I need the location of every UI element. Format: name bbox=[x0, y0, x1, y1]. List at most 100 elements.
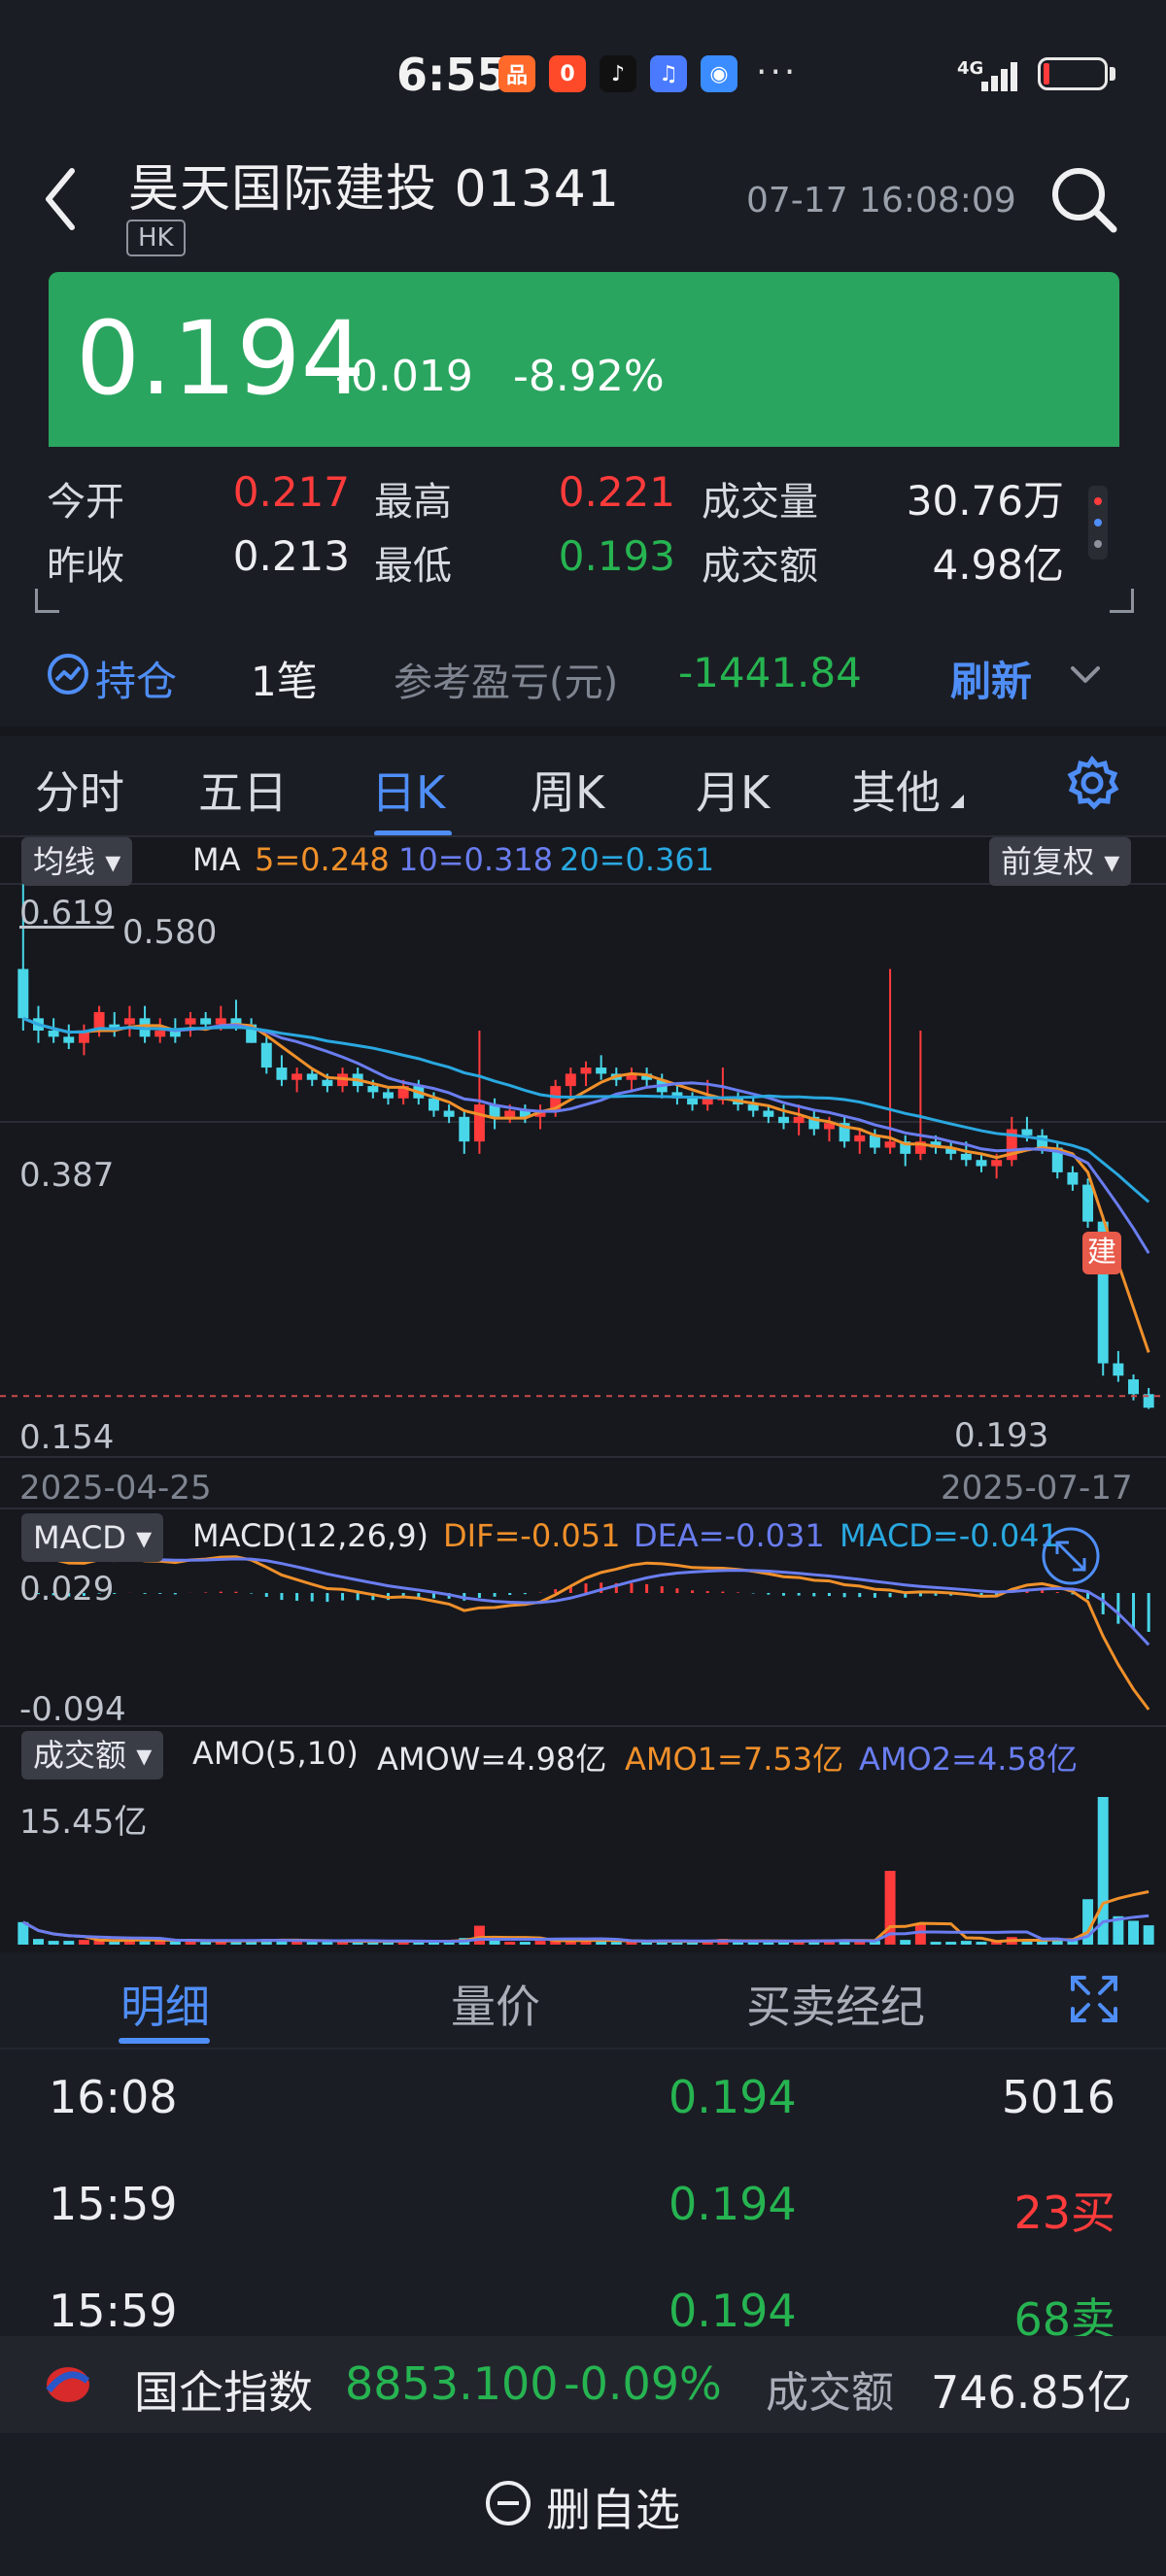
amo-bar bbox=[78, 1940, 89, 1945]
amo-bar bbox=[200, 1942, 212, 1945]
candle bbox=[123, 1018, 135, 1025]
battery-tip bbox=[1110, 67, 1115, 81]
amo-select[interactable]: 成交额 ▾ bbox=[21, 1731, 164, 1779]
amo-high-label: 15.45亿 bbox=[19, 1803, 148, 1842]
high-value: 0.221 bbox=[558, 468, 675, 516]
amo-bar bbox=[519, 1942, 531, 1945]
amo-bar bbox=[504, 1942, 516, 1945]
remove-watchlist-button[interactable]: 删自选 bbox=[546, 2475, 680, 2539]
adjust-select-label: 前复权 bbox=[1001, 843, 1095, 880]
expand-diagonal-icon[interactable] bbox=[1040, 1525, 1102, 1587]
macd-select-label: MACD bbox=[33, 1519, 126, 1556]
tab-weekly-k[interactable]: 周K bbox=[531, 758, 604, 822]
candle bbox=[200, 1018, 212, 1025]
trade-price: 0.194 bbox=[669, 2178, 797, 2230]
dea-value: DEA=-0.031 bbox=[634, 1517, 825, 1554]
index-amount-label: 成交额 bbox=[766, 2368, 894, 2418]
amo-bar bbox=[473, 1925, 485, 1945]
amow-value: AMOW=4.98亿 bbox=[377, 1741, 607, 1778]
app-icon-1: 品 bbox=[498, 55, 535, 92]
amo-bar bbox=[63, 1941, 75, 1945]
amo-bar bbox=[900, 1940, 911, 1945]
chevron-down-icon[interactable] bbox=[1069, 664, 1102, 686]
index-ticker-bar[interactable]: 国企指数 8853.100 -0.09% 成交额 746.85亿 bbox=[0, 2336, 1166, 2433]
gear-icon[interactable] bbox=[1065, 756, 1119, 810]
battery-icon bbox=[1038, 57, 1108, 90]
price-high2-label: 0.580 bbox=[122, 913, 218, 952]
amo-bar bbox=[48, 1941, 59, 1945]
candle bbox=[1128, 1379, 1139, 1395]
candle bbox=[702, 1098, 713, 1105]
candle bbox=[778, 1116, 789, 1124]
tab-five-day[interactable]: 五日 bbox=[198, 758, 288, 822]
dif-value: DIF=-0.051 bbox=[443, 1517, 621, 1554]
build-marker[interactable]: 建 bbox=[1082, 1232, 1121, 1274]
candle bbox=[596, 1068, 607, 1074]
other-dropdown-icon bbox=[950, 795, 964, 808]
trade-time: 15:59 bbox=[49, 2285, 178, 2336]
price-change: -0.019 bbox=[335, 352, 473, 401]
trade-price: 0.194 bbox=[669, 2285, 797, 2336]
amo-label: AMO(5,10) bbox=[192, 1735, 359, 1772]
candle bbox=[763, 1110, 774, 1117]
tab-daily-k[interactable]: 日K bbox=[371, 758, 445, 822]
refresh-button[interactable]: 刷新 bbox=[950, 649, 1032, 708]
open-value: 0.217 bbox=[232, 468, 350, 516]
volume-value: 30.76万 bbox=[906, 477, 1064, 525]
kline-chart[interactable] bbox=[0, 835, 1166, 1952]
music-icon: ♫ bbox=[650, 55, 687, 92]
lower-tab-underline bbox=[119, 2038, 210, 2044]
amo-bar bbox=[1128, 1920, 1139, 1945]
status-time: 6:55 bbox=[396, 49, 508, 101]
more-stats-icon[interactable] bbox=[1088, 486, 1108, 559]
tab-detail[interactable]: 明细 bbox=[120, 1972, 210, 2036]
prev-close-value: 0.213 bbox=[232, 532, 350, 580]
index-name: 国企指数 bbox=[134, 2366, 313, 2419]
position-label: 持仓 bbox=[95, 658, 178, 705]
corner-bl bbox=[35, 589, 59, 613]
macd-select[interactable]: MACD ▾ bbox=[21, 1513, 164, 1562]
last-low-label: 0.193 bbox=[954, 1416, 1049, 1455]
ma-select[interactable]: 均线 ▾ bbox=[21, 837, 133, 886]
amo-bar bbox=[322, 1942, 333, 1945]
candle bbox=[260, 1042, 272, 1068]
candle bbox=[443, 1110, 455, 1117]
price-panel: 0.194 -0.019 -8.92% bbox=[49, 272, 1119, 447]
candle bbox=[185, 1018, 196, 1025]
candle bbox=[960, 1153, 972, 1161]
game-icon: ◉ bbox=[701, 55, 737, 92]
position-row[interactable]: 持仓 1笔 参考盈亏(元) -1441.84 刷新 bbox=[0, 622, 1166, 729]
corner-br bbox=[1110, 589, 1134, 613]
remove-circle-icon[interactable] bbox=[484, 2479, 532, 2527]
candle bbox=[687, 1098, 699, 1105]
volume-label: 成交量 bbox=[702, 480, 818, 525]
ref-pnl-label: 参考盈亏(元) bbox=[394, 661, 619, 705]
adjust-select[interactable]: 前复权 ▾ bbox=[989, 837, 1132, 886]
tab-monthly-k[interactable]: 月K bbox=[696, 758, 770, 822]
tab-intraday[interactable]: 分时 bbox=[35, 758, 124, 822]
search-icon[interactable] bbox=[1049, 165, 1119, 235]
candle bbox=[383, 1092, 394, 1099]
back-icon[interactable] bbox=[41, 165, 80, 233]
ma10-value: 10=0.318 bbox=[398, 841, 554, 878]
candle bbox=[565, 1073, 576, 1087]
candle bbox=[991, 1160, 1003, 1167]
trade-time: 15:59 bbox=[49, 2178, 178, 2230]
tab-broker[interactable]: 买卖经纪 bbox=[746, 1972, 925, 2036]
tab-volume-price[interactable]: 量价 bbox=[451, 1972, 540, 2036]
quote-datetime: 07-17 16:08:09 bbox=[746, 181, 1016, 220]
tab-other[interactable]: 其他 bbox=[851, 758, 941, 822]
amo-bar bbox=[1143, 1925, 1154, 1945]
stock-title: 昊天国际建投 01341 bbox=[128, 160, 620, 219]
amo-bar bbox=[33, 1939, 44, 1945]
status-bar: 6:55 品 0 ♪ ♫ ◉ ··· 4G bbox=[0, 0, 1166, 146]
trade-time: 16:08 bbox=[49, 2071, 178, 2123]
date-end-label: 2025-07-17 bbox=[941, 1469, 1133, 1508]
candle bbox=[215, 1018, 226, 1025]
tiktok-icon: ♪ bbox=[600, 55, 636, 92]
candle bbox=[306, 1073, 318, 1080]
ma-select-label: 均线 bbox=[33, 843, 96, 880]
amount-label: 成交额 bbox=[702, 544, 818, 589]
trade-price: 0.194 bbox=[669, 2071, 797, 2123]
fullscreen-icon[interactable] bbox=[1067, 1972, 1121, 2026]
